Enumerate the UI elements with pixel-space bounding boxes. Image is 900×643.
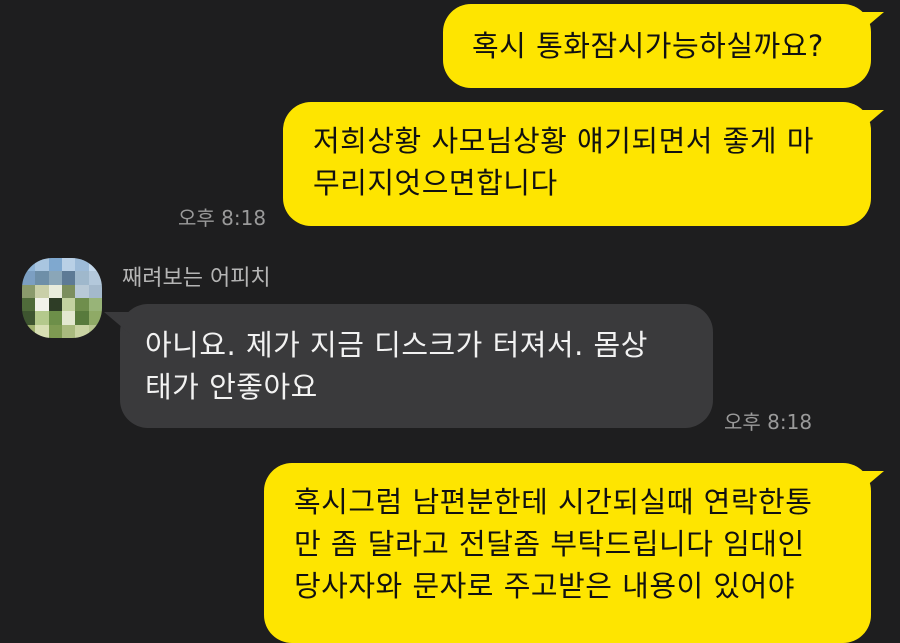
bubble-tail xyxy=(858,12,884,34)
message-text-line: 혹시 통화잠시가능하실까요? xyxy=(472,29,824,63)
avatar-pixel xyxy=(61,324,76,338)
message-text-line: 당사자와 문자로 주고받은 내용이 있어야 xyxy=(294,569,795,603)
avatar-pixel xyxy=(35,258,49,272)
avatar-pixel xyxy=(75,284,89,298)
bubble-tail xyxy=(104,312,130,334)
bubble-tail xyxy=(858,471,884,493)
bubble-tail xyxy=(858,110,884,132)
avatar-pixel xyxy=(35,284,49,298)
message-text-line: 만 좀 달라고 전달좀 부탁드립니다 임대인 xyxy=(294,527,805,561)
avatar-pixel xyxy=(75,258,89,272)
avatar-pixel xyxy=(48,311,62,325)
avatar-pixel xyxy=(88,284,102,298)
avatar-pixel xyxy=(75,324,89,338)
message-text-line: 아니요. 제가 지금 디스크가 터져서. 몸상 xyxy=(145,328,648,362)
avatar-pixel xyxy=(48,271,62,285)
avatar-pixel xyxy=(75,311,89,325)
avatar-pixel xyxy=(61,311,76,325)
avatar-pixel xyxy=(22,271,36,285)
message-text-line: 태가 안좋아요 xyxy=(145,370,318,404)
avatar-pixel xyxy=(35,297,49,312)
avatar-pixel xyxy=(88,324,102,338)
avatar-pixel xyxy=(88,297,102,312)
avatar-pixel xyxy=(22,324,36,338)
sender-avatar[interactable] xyxy=(22,258,102,338)
avatar-pixel xyxy=(48,258,62,272)
outgoing-message-bubble[interactable]: 혹시 통화잠시가능하실까요? xyxy=(443,4,871,88)
message-text-line: 혹시그럼 남편분한테 시간되실때 연락한통 xyxy=(294,485,813,519)
avatar-pixel xyxy=(48,297,62,312)
outgoing-message-bubble[interactable]: 저희상황 사모님상황 얘기되면서 좋게 마 무리지엇으면합니다 xyxy=(283,102,871,226)
avatar-pixel xyxy=(75,271,89,285)
avatar-pixel xyxy=(88,258,102,272)
avatar-pixel xyxy=(61,271,76,285)
outgoing-message-bubble[interactable]: 혹시그럼 남편분한테 시간되실때 연락한통 만 좀 달라고 전달좀 부탁드립니다… xyxy=(264,463,871,643)
avatar-pixel xyxy=(88,311,102,325)
message-timestamp: 오후 8:18 xyxy=(724,410,813,434)
avatar-pixel xyxy=(35,324,49,338)
avatar-pixel xyxy=(48,284,62,298)
avatar-pixel xyxy=(22,258,36,272)
avatar-pixel xyxy=(61,297,76,312)
message-text-line: 무리지엇으면합니다 xyxy=(313,166,558,200)
avatar-pixel xyxy=(75,297,89,312)
avatar-pixel xyxy=(88,271,102,285)
avatar-pixel xyxy=(22,297,36,312)
message-timestamp: 오후 8:18 xyxy=(178,206,267,230)
avatar-pixel xyxy=(22,311,36,325)
avatar-pixel xyxy=(22,284,36,298)
message-text-line: 저희상황 사모님상황 얘기되면서 좋게 마 xyxy=(313,124,814,158)
avatar-pixel xyxy=(35,311,49,325)
incoming-message-bubble[interactable]: 아니요. 제가 지금 디스크가 터져서. 몸상 태가 안좋아요 xyxy=(120,304,713,428)
avatar-pixel xyxy=(61,258,76,272)
avatar-pixel xyxy=(48,324,62,338)
avatar-pixel xyxy=(61,284,76,298)
avatar-pixel xyxy=(35,271,49,285)
sender-name: 째려보는 어피치 xyxy=(122,266,271,291)
